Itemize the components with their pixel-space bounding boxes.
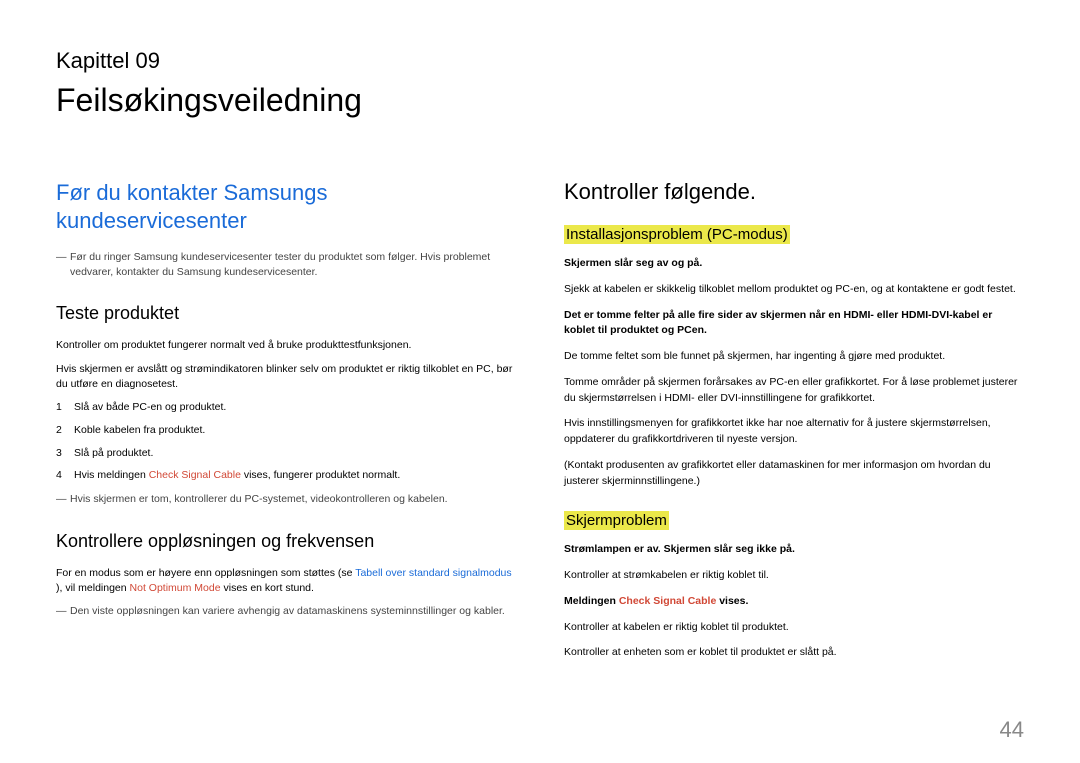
paragraph: For en modus som er høyere enn oppløsnin… xyxy=(56,566,516,596)
subheading-screen-problem: Skjermproblem xyxy=(564,511,669,530)
solution: Kontroller at strømkabelen er riktig kob… xyxy=(564,568,1024,584)
note-before-call: ― Før du ringer Samsung kundeservicesent… xyxy=(56,250,516,279)
note-text: Hvis skjermen er tom, kontrollerer du PC… xyxy=(70,492,448,507)
symptom: Strømlampen er av. Skjermen slår seg ikk… xyxy=(564,542,1024,558)
subheading-test-product: Teste produktet xyxy=(56,303,516,324)
step-item: Slå på produktet. xyxy=(56,446,516,462)
symptom: Det er tomme felter på alle fire sider a… xyxy=(564,308,1024,340)
chapter-label: Kapittel 09 xyxy=(56,48,1024,74)
solution: Sjekk at kabelen er skikkelig tilkoblet … xyxy=(564,282,1024,298)
paragraph: Hvis skjermen er avslått og strømindikat… xyxy=(56,362,516,392)
section-heading-contact: Før du kontakter Samsungs kundeservicese… xyxy=(56,179,516,234)
note-text: Før du ringer Samsung kundeservicesenter… xyxy=(70,250,516,279)
note-blank-screen: ― Hvis skjermen er tom, kontrollerer du … xyxy=(56,492,516,507)
solution: Hvis innstillingsmenyen for grafikkortet… xyxy=(564,416,1024,448)
steps-list: Slå av både PC-en og produktet. Koble ka… xyxy=(56,400,516,484)
note-resolution: ― Den viste oppløsningen kan variere avh… xyxy=(56,604,516,619)
warning-text: Check Signal Cable xyxy=(149,469,241,481)
note-text: Den viste oppløsningen kan variere avhen… xyxy=(70,604,505,619)
page-title: Feilsøkingsveiledning xyxy=(56,82,1024,119)
solution: De tomme feltet som ble funnet på skjerm… xyxy=(564,349,1024,365)
warning-text: Check Signal Cable xyxy=(619,595,716,607)
section-heading-check: Kontroller følgende. xyxy=(564,179,1024,205)
step-item: Slå av både PC-en og produktet. xyxy=(56,400,516,416)
solution: Kontroller at enheten som er koblet til … xyxy=(564,645,1024,661)
solution: Kontroller at kabelen er riktig koblet t… xyxy=(564,620,1024,636)
paragraph: Kontroller om produktet fungerer normalt… xyxy=(56,338,516,353)
solution: (Kontakt produsenten av grafikkortet ell… xyxy=(564,458,1024,490)
page-number: 44 xyxy=(1000,717,1024,743)
link-signal-table[interactable]: Tabell over standard signalmodus xyxy=(355,567,511,579)
step-item: Hvis meldingen Check Signal Cable vises,… xyxy=(56,468,516,484)
warning-text: Not Optimum Mode xyxy=(130,582,221,594)
solution: Tomme områder på skjermen forårsakes av … xyxy=(564,375,1024,407)
subheading-install-problem: Installasjonsproblem (PC-modus) xyxy=(564,225,790,244)
symptom: Meldingen Check Signal Cable vises. xyxy=(564,594,1024,610)
symptom: Skjermen slår seg av og på. xyxy=(564,256,1024,272)
step-item: Koble kabelen fra produktet. xyxy=(56,423,516,439)
subheading-resolution: Kontrollere oppløsningen og frekvensen xyxy=(56,531,516,552)
